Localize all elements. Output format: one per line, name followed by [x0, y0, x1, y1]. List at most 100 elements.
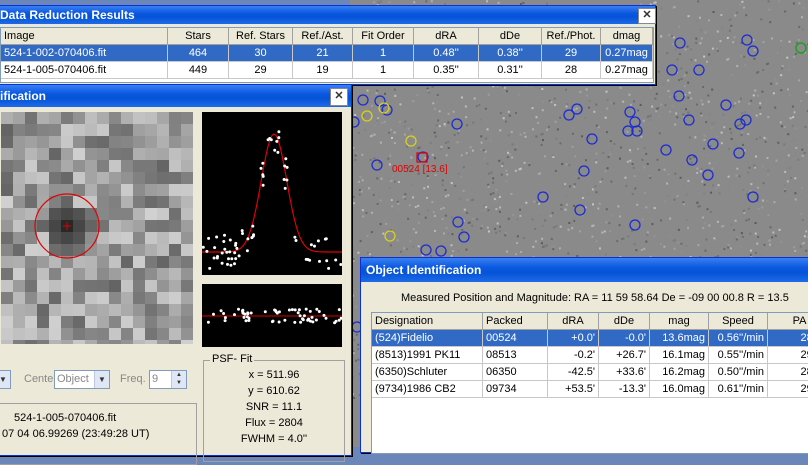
asteroid-circle: [667, 65, 677, 75]
noise-pixel: [377, 203, 379, 205]
psf-sample-point: [273, 149, 276, 152]
table-row[interactable]: (8513)1991 PK11 08513 -0.2' +26.7' 16.1m…: [372, 347, 808, 364]
col-header[interactable]: Speed: [709, 313, 768, 330]
noise-pixel: [784, 171, 786, 173]
noise-pixel: [557, 128, 559, 130]
noise-pixel: [597, 208, 599, 210]
identification-titlebar[interactable]: ification: [0, 85, 351, 107]
noise-pixel: [353, 339, 355, 341]
col-header[interactable]: dRA: [414, 28, 479, 45]
noise-pixel: [505, 170, 507, 172]
col-header[interactable]: Image: [1, 28, 168, 45]
zoom-pixel: [97, 280, 109, 292]
col-header[interactable]: Packed: [483, 313, 548, 330]
noise-pixel: [358, 132, 360, 134]
noise-pixel: [748, 218, 750, 220]
cell: -13.3': [599, 381, 650, 398]
col-header[interactable]: Designation: [372, 313, 483, 330]
noise-pixel: [704, 135, 706, 137]
noise-pixel: [399, 103, 401, 105]
psf-sample-point: [306, 258, 309, 261]
table-row[interactable]: (6350)Schluter 06350 -42.5' +33.6' 16.2m…: [372, 364, 808, 381]
noise-pixel: [612, 214, 614, 216]
asteroid-circle: [452, 119, 462, 129]
noise-pixel: [645, 206, 647, 208]
noise-pixel: [730, 74, 732, 76]
zoom-pixel: [109, 196, 121, 208]
mode-select[interactable]: ▼: [0, 370, 11, 389]
col-header[interactable]: dDe: [479, 28, 542, 45]
col-header[interactable]: dmag: [601, 28, 653, 45]
noise-pixel: [719, 40, 721, 42]
noise-pixel: [434, 108, 436, 110]
noise-pixel: [640, 104, 642, 106]
table-row[interactable]: 524-1-002-070406.fit 464 30 21 1 0.48'' …: [1, 45, 653, 62]
noise-pixel: [364, 129, 366, 131]
object-identification-titlebar[interactable]: Object Identification: [361, 258, 808, 282]
col-header[interactable]: Ref. Stars: [229, 28, 293, 45]
close-icon[interactable]: ✕: [638, 8, 656, 24]
table-row[interactable]: (9734)1986 CB2 09734 +53.5' -13.3' 16.0m…: [372, 381, 808, 398]
zoom-pixel: [25, 160, 37, 172]
residual-point: [224, 316, 227, 319]
zoom-pixel: [157, 148, 169, 160]
col-header[interactable]: Ref./Ast.: [293, 28, 353, 45]
col-header[interactable]: Fit Order: [353, 28, 414, 45]
noise-pixel: [452, 250, 454, 252]
data-reduction-titlebar[interactable]: Data Reduction Results: [0, 6, 655, 24]
zoom-pixel: [169, 244, 181, 256]
zoom-pixel: [25, 196, 37, 208]
freq-spinner[interactable]: 9 ▲▼: [149, 370, 187, 389]
noise-pixel: [362, 179, 364, 181]
psf-sample-point: [334, 259, 337, 262]
table-row[interactable]: 524-1-005-070406.fit 449 29 19 1 0.35'' …: [1, 62, 653, 79]
noise-pixel: [763, 182, 765, 184]
zoom-pixel: [121, 292, 133, 304]
close-icon[interactable]: ✕: [330, 88, 348, 106]
noise-pixel: [382, 233, 384, 235]
noise-pixel: [619, 215, 621, 217]
noise-pixel: [376, 90, 378, 92]
asteroid-circle: [630, 220, 640, 230]
table-row[interactable]: (524)Fidelio 00524 +0.0' -0.0' 13.6mag 0…: [372, 330, 808, 347]
noise-pixel: [457, 132, 459, 134]
zoom-pixel: [157, 304, 169, 316]
spinner-arrows-icon[interactable]: ▲▼: [171, 371, 186, 388]
zoom-pixel: [37, 340, 49, 344]
col-header[interactable]: Ref./Phot.: [542, 28, 601, 45]
object-identification-title: Object Identification: [366, 263, 481, 277]
zoom-pixel: [61, 304, 73, 316]
noise-pixel: [571, 146, 573, 148]
center-select[interactable]: Object ▼: [54, 370, 110, 389]
noise-pixel: [702, 103, 704, 105]
col-header[interactable]: mag: [650, 313, 709, 330]
noise-pixel: [667, 90, 669, 92]
noise-pixel: [754, 90, 756, 92]
noise-pixel: [697, 244, 699, 246]
noise-pixel: [490, 193, 492, 195]
noise-pixel: [373, 194, 375, 196]
zoom-pixel: [121, 124, 133, 136]
col-header[interactable]: dRA: [548, 313, 599, 330]
zoom-pixel: [145, 148, 157, 160]
noise-pixel: [573, 186, 575, 188]
noise-pixel: [682, 114, 684, 116]
noise-pixel: [538, 173, 540, 175]
noise-pixel: [664, 169, 666, 171]
noise-pixel: [608, 222, 610, 224]
noise-pixel: [730, 132, 732, 134]
col-header[interactable]: PA: [768, 313, 808, 330]
noise-pixel: [443, 232, 445, 234]
zoom-pixel: [121, 208, 133, 220]
noise-pixel: [697, 0, 699, 2]
psf-sample-point: [276, 151, 279, 154]
col-header[interactable]: dDe: [599, 313, 650, 330]
noise-pixel: [412, 246, 414, 248]
zoom-pixel: [181, 112, 193, 124]
col-header[interactable]: Stars: [168, 28, 229, 45]
noise-pixel: [402, 196, 404, 198]
noise-pixel: [656, 93, 658, 95]
pixel-zoom-view[interactable]: [1, 112, 193, 344]
noise-pixel: [408, 128, 410, 130]
psf-sample-point: [325, 237, 328, 240]
